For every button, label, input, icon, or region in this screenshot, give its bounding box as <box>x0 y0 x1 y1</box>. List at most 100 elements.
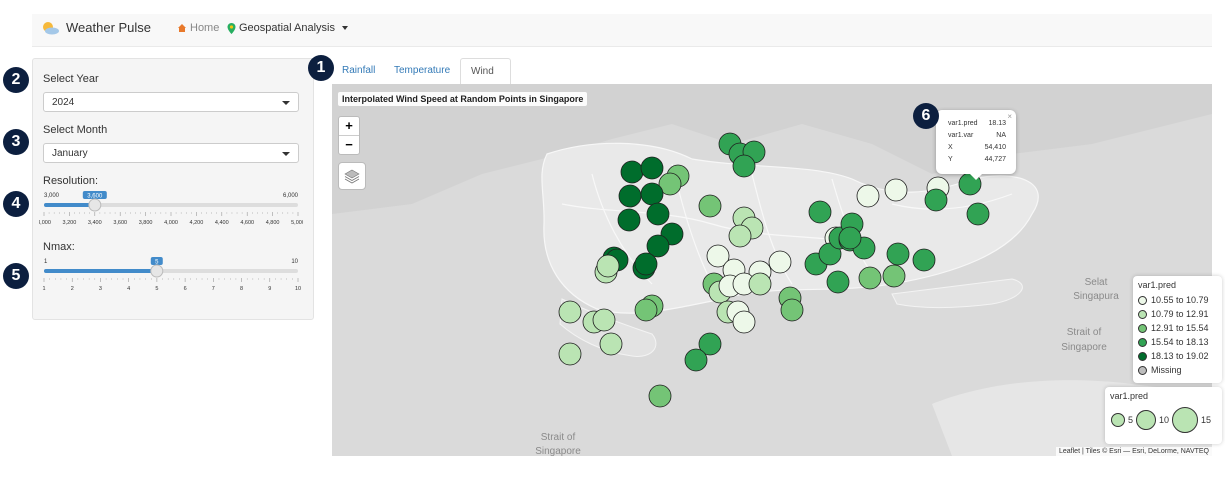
step-badge-2: 2 <box>3 67 29 93</box>
map-data-point[interactable] <box>558 342 582 366</box>
map-data-point[interactable] <box>698 194 722 218</box>
popup-value: 54,410 <box>984 144 1006 151</box>
size-circle-large <box>1172 407 1199 433</box>
popup-row: Y 44,727 <box>948 156 1006 163</box>
tab-temperature[interactable]: Temperature <box>384 58 460 84</box>
nav-home-link[interactable]: Home <box>177 22 219 34</box>
map-data-point[interactable] <box>966 202 990 226</box>
resolution-slider-fill <box>44 203 95 207</box>
zoom-out-button[interactable]: − <box>339 135 359 154</box>
month-select-value: January <box>52 148 88 159</box>
nmax-slider-handle[interactable] <box>150 264 164 278</box>
step-badge-6: 6 <box>913 103 939 129</box>
tab-rainfall[interactable]: Rainfall <box>332 58 385 84</box>
map-data-point[interactable] <box>768 250 792 274</box>
nmax-slider-fill <box>44 269 157 273</box>
resolution-slider[interactable]: 3,0006,0003,6003,0003,2003,4003,6003,800… <box>39 191 303 229</box>
resolution-slider-tick-label: 4,000 <box>164 220 178 226</box>
map-data-point[interactable] <box>648 384 672 408</box>
legend-label: 15.54 to 18.13 <box>1151 337 1209 347</box>
year-select[interactable]: 2024 <box>43 92 299 112</box>
map-data-point[interactable] <box>620 160 644 184</box>
svg-text:Strait of: Strait of <box>541 432 576 443</box>
nmax-slider-tick-label: 8 <box>240 286 243 292</box>
nmax-slider-tick-label: 3 <box>99 286 102 292</box>
svg-text:Selat: Selat <box>1085 277 1108 288</box>
resolution-slider-max-label: 6,000 <box>283 193 299 199</box>
map-data-point[interactable] <box>882 264 906 288</box>
map-data-point[interactable] <box>780 298 804 322</box>
legend-label: 18.13 to 19.02 <box>1151 351 1209 361</box>
resolution-slider-handle[interactable] <box>88 198 102 212</box>
legend-label: 10.79 to 12.91 <box>1151 309 1209 319</box>
map-data-point[interactable] <box>634 252 658 276</box>
map-data-point[interactable] <box>884 178 908 202</box>
size-circle-small <box>1111 413 1125 427</box>
map-data-point[interactable] <box>640 182 664 206</box>
popup-row: var1.var NA <box>948 132 1006 139</box>
nmax-slider-tick-label: 5 <box>155 286 158 292</box>
popup-value: 44,727 <box>984 156 1006 163</box>
map-data-point[interactable] <box>838 226 862 250</box>
map-data-point[interactable] <box>728 224 752 248</box>
map-attribution[interactable]: Leaflet | Tiles © Esri — Esri, DeLorme, … <box>1056 447 1212 456</box>
map-data-point[interactable] <box>634 298 658 322</box>
map-data-point[interactable] <box>732 154 756 178</box>
popup-key: var1.var <box>948 132 974 139</box>
map-data-point[interactable] <box>808 200 832 224</box>
svg-text:Strait of: Strait of <box>1067 327 1102 338</box>
map-data-point[interactable] <box>886 242 910 266</box>
year-label: Select Year <box>43 73 99 85</box>
resolution-slider-tick-label: 3,200 <box>63 220 77 226</box>
nav-geospatial-dropdown[interactable]: Geospatial Analysis <box>227 22 348 34</box>
map-data-point[interactable] <box>646 202 670 226</box>
popup-row: X 54,410 <box>948 144 1006 151</box>
home-icon <box>178 24 186 32</box>
legend-item: 12.91 to 15.54 <box>1138 321 1217 335</box>
map-data-point[interactable] <box>617 208 641 232</box>
map-data-point[interactable] <box>618 184 642 208</box>
nmax-label: Nmax: <box>43 241 75 253</box>
map-data-point[interactable] <box>732 310 756 334</box>
nmax-slider-tick-label: 6 <box>184 286 187 292</box>
map-data-point[interactable] <box>592 308 616 332</box>
resolution-label: Resolution: <box>43 175 99 187</box>
nmax-slider-tick-label: 9 <box>268 286 271 292</box>
map-data-point[interactable] <box>748 272 772 296</box>
map-data-point[interactable] <box>858 266 882 290</box>
map-data-point[interactable] <box>596 254 620 278</box>
size-legend-items: 5 10 15 <box>1111 407 1211 433</box>
nmax-slider-tick-label: 1 <box>42 286 45 292</box>
map-data-point[interactable] <box>640 156 664 180</box>
legend-item: 15.54 to 18.13 <box>1138 335 1217 349</box>
size-label: 15 <box>1201 415 1212 425</box>
map-data-point[interactable] <box>856 184 880 208</box>
map-data-point[interactable] <box>599 332 623 356</box>
legend-item: 10.55 to 10.79 <box>1138 293 1217 307</box>
map-data-point[interactable] <box>684 348 708 372</box>
legend-item: Missing <box>1138 363 1217 377</box>
resolution-slider-tick-label: 4,400 <box>215 220 229 226</box>
map-data-point[interactable] <box>912 248 936 272</box>
zoom-in-button[interactable]: + <box>339 117 359 135</box>
layers-control-button[interactable] <box>338 162 366 190</box>
map-data-point[interactable] <box>826 270 850 294</box>
legend-swatch <box>1138 337 1147 347</box>
nav-home-label: Home <box>190 22 220 34</box>
legend-swatch <box>1138 365 1147 375</box>
popup-value: NA <box>996 132 1006 139</box>
nmax-slider-max-label: 10 <box>291 259 298 265</box>
popup-key: X <box>948 144 953 151</box>
tab-wind-speed[interactable]: Wind Speed <box>460 58 511 103</box>
map-data-point[interactable] <box>558 300 582 324</box>
brand[interactable]: Weather Pulse <box>40 20 151 35</box>
map-data-point[interactable] <box>924 188 948 212</box>
map-view[interactable]: Selat Singapura Strait of Singapore Stra… <box>332 84 1212 456</box>
nmax-slider[interactable]: 1 1051 2 3 4 5 6 7 8 9 10 <box>39 257 303 295</box>
navbar: Weather Pulse Home Geospatial Analysis <box>32 14 1212 47</box>
size-legend: var1.pred 5 10 15 <box>1105 387 1222 444</box>
popup-close-button[interactable]: × <box>1007 112 1012 121</box>
map-pin-icon <box>227 22 236 34</box>
attribution-text: Leaflet | Tiles © Esri — Esri, DeLorme, … <box>1059 448 1209 455</box>
month-select[interactable]: January <box>43 143 299 163</box>
